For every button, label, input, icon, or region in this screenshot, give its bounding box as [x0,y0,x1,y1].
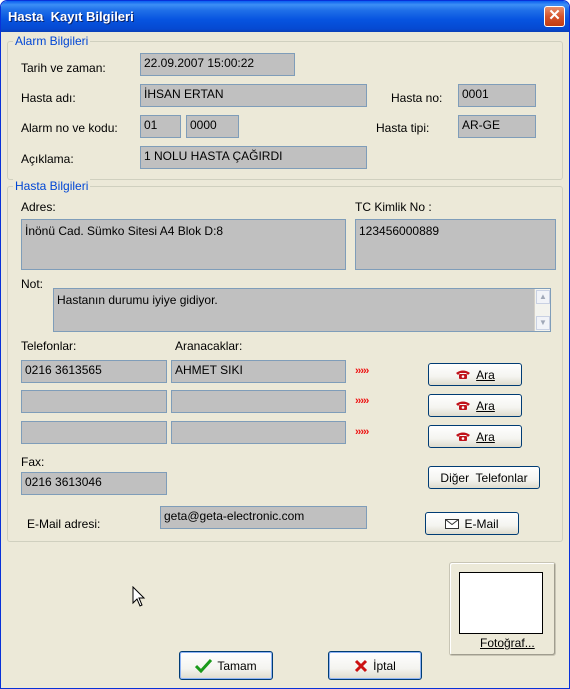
phone-icon [455,369,471,380]
phone-field-1[interactable]: 0216 3613565 [21,360,167,383]
mouse-cursor-icon [132,586,146,607]
address-field[interactable]: İnönü Cad. Sümko Sitesi A4 Blok D:8 [21,219,346,270]
x-icon [354,659,368,673]
envelope-icon [445,518,460,529]
photo-button-label: Fotoğraf... [480,636,535,650]
patient-no-label: Hasta no: [391,91,443,105]
other-phones-button[interactable]: Diğer Telefonlar [428,466,540,489]
cancel-button[interactable]: İptal [328,651,422,680]
ok-button-label: Tamam [217,658,257,673]
patient-no-field[interactable]: 0001 [458,84,536,107]
arrows-icon: ››››› [355,365,369,377]
title-bar[interactable]: Hasta Kayıt Bilgileri ✕ [1,1,569,32]
note-label: Not: [21,277,44,291]
fax-label: Fax: [21,455,45,469]
close-button[interactable]: ✕ [544,6,565,27]
caller-field-2[interactable] [171,390,346,413]
note-scrollbar[interactable]: ▲ ▼ [534,289,550,331]
call-button-label: Ara [476,367,495,382]
phone-icon [455,400,471,411]
phones-label: Telefonlar: [21,339,77,353]
patient-name-label: Hasta adı: [21,91,76,105]
call-button-label: Ara [476,398,495,413]
note-text: Hastanın durumu iyiye gidiyor. [57,293,218,307]
alarm-group-legend: Alarm Bilgileri [13,34,91,48]
alarm-no-field[interactable]: 01 [140,115,181,138]
caller-field-1[interactable]: AHMET SIKI [171,360,346,383]
dialog-window: Hasta Kayıt Bilgileri ✕ Alarm Bilgileri … [0,0,570,689]
email-button-label: E-Mail [464,516,499,531]
note-field[interactable]: Hastanın durumu iyiye gidiyor. ▲ ▼ [53,288,551,332]
cancel-button-label: İptal [373,658,396,673]
patient-type-label: Hasta tipi: [376,121,430,135]
photo-preview [459,572,543,634]
alarm-no-label: Alarm no ve kodu: [21,121,118,135]
email-field[interactable]: geta@geta-electronic.com [160,506,367,529]
address-label: Adres: [21,200,56,214]
datetime-label: Tarih ve zaman: [21,61,106,75]
fax-field[interactable]: 0216 3613046 [21,472,167,495]
window-title: Hasta Kayıt Bilgileri [8,9,134,24]
phone-field-2[interactable] [21,390,167,413]
tc-label: TC Kimlik No : [355,200,432,214]
scroll-down-icon[interactable]: ▼ [536,316,550,330]
arrows-icon: ››››› [355,395,369,407]
scroll-up-icon[interactable]: ▲ [536,290,550,304]
description-label: Açıklama: [21,152,74,166]
phone-field-3[interactable] [21,421,167,444]
other-phones-label: Diğer Telefonlar [440,470,528,485]
datetime-field[interactable]: 22.09.2007 15:00:22 [140,53,295,76]
email-label: E-Mail adresi: [27,517,101,531]
arrows-icon: ››››› [355,426,369,438]
photo-button[interactable]: Fotoğraf... [449,562,556,656]
call-button-label: Ara [476,429,495,444]
patient-type-field[interactable]: AR-GE [458,115,536,138]
close-icon: ✕ [548,7,561,24]
callers-label: Aranacaklar: [175,339,243,353]
ok-button[interactable]: Tamam [179,651,273,680]
alarm-code-field[interactable]: 0000 [186,115,239,138]
check-icon [195,658,213,673]
call-button-3[interactable]: Ara [428,425,522,448]
call-button-1[interactable]: Ara [428,363,522,386]
email-button[interactable]: E-Mail [425,512,519,535]
dialog-body: Alarm Bilgileri Tarih ve zaman: 22.09.20… [4,32,566,686]
patient-group-legend: Hasta Bilgileri [13,179,91,193]
call-button-2[interactable]: Ara [428,394,522,417]
tc-field[interactable]: 123456000889 [355,219,556,270]
description-field[interactable]: 1 NOLU HASTA ÇAĞIRDI [140,146,367,169]
patient-name-field[interactable]: İHSAN ERTAN [140,84,367,107]
caller-field-3[interactable] [171,421,346,444]
phone-icon [455,431,471,442]
